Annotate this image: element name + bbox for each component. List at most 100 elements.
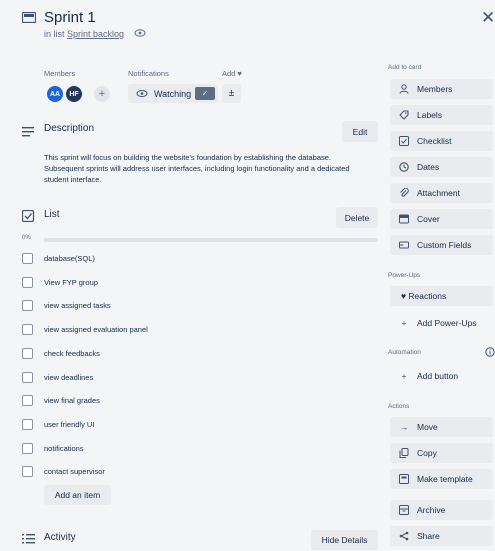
sidebar-copy-button[interactable]: Copy <box>390 443 493 463</box>
arrow-right-icon: → <box>399 422 409 432</box>
in-list-prefix: in list <box>44 29 65 39</box>
members-label: Members <box>44 69 76 78</box>
description-heading: Description <box>44 123 95 134</box>
sidebar-button-label: Labels <box>417 110 443 120</box>
info-icon[interactable] <box>485 347 495 357</box>
description-icon <box>22 127 34 137</box>
checklist-item-label[interactable]: view assigned evaluation panel <box>44 325 148 334</box>
sidebar-button-label: Add Power-Ups <box>417 318 477 328</box>
checklist-item[interactable]: view deadlines <box>22 370 93 384</box>
plus-icon: + <box>401 371 407 381</box>
checkbox[interactable] <box>22 323 33 335</box>
add-member-button[interactable]: + <box>94 86 110 102</box>
actions-heading: Actions <box>388 403 410 410</box>
clock-icon <box>397 162 411 172</box>
automation-heading: Automation <box>388 349 421 356</box>
sidebar-button-label: Custom Fields <box>417 240 472 250</box>
list-link[interactable]: Sprint backlog <box>67 29 124 39</box>
plus-icon: + <box>401 318 407 328</box>
checklist-item[interactable]: notifications <box>22 441 84 455</box>
sidebar-archive-button[interactable]: Archive <box>390 500 493 520</box>
add-button[interactable]: ± <box>222 84 241 103</box>
eye-icon <box>134 29 146 37</box>
checklist-item[interactable]: contact supervisor <box>22 464 105 478</box>
eye-icon <box>136 90 148 97</box>
tag-icon <box>397 110 411 120</box>
sidebar-button-label: Make template <box>417 474 473 484</box>
add-button-action[interactable]: + Add button <box>390 366 493 386</box>
custom-fields-icon <box>397 240 411 250</box>
hide-details-button[interactable]: Hide Details <box>311 530 378 550</box>
checklist-item[interactable]: View FYP group <box>22 275 98 289</box>
notifications-label: Notifications <box>128 69 169 78</box>
sidebar-button-label: Attachment <box>417 188 460 198</box>
sidebar-share-button[interactable]: Share <box>390 526 493 546</box>
progress-bar <box>44 238 378 242</box>
edit-button[interactable]: Edit <box>342 121 378 142</box>
activity-icon <box>22 534 35 544</box>
sidebar-reactions-button[interactable]: ♥ Reactions <box>390 286 493 306</box>
close-icon[interactable]: ✕ <box>481 8 495 28</box>
sidebar-make-template-button[interactable]: Make template <box>390 469 493 489</box>
checkbox[interactable] <box>22 465 33 477</box>
checkbox[interactable] <box>22 418 33 430</box>
avatar[interactable]: HF <box>66 86 82 102</box>
power-ups-heading: Power-Ups <box>388 272 421 279</box>
checklist-icon <box>397 136 411 146</box>
add-power-ups-button[interactable]: + Add Power-Ups <box>390 313 493 333</box>
checklist-item-label[interactable]: View FYP group <box>44 278 98 287</box>
sidebar-dates-button[interactable]: Dates <box>390 157 493 177</box>
share-icon <box>397 531 411 541</box>
sidebar-members-button[interactable]: Members <box>390 79 493 99</box>
checklist-item[interactable]: user friendly UI <box>22 417 94 431</box>
checklist-item-label[interactable]: database(SQL) <box>44 254 95 263</box>
sidebar-button-label: Dates <box>417 162 440 172</box>
delete-checklist-button[interactable]: Delete <box>336 207 378 228</box>
checklist-icon <box>22 210 35 222</box>
card-title[interactable]: Sprint 1 <box>44 9 96 26</box>
sidebar-button-label: Share <box>417 531 440 541</box>
checklist-item[interactable]: view assigned evaluation panel <box>22 322 148 336</box>
checkbox[interactable] <box>22 299 33 311</box>
checklist-heading: List <box>44 209 60 220</box>
template-icon <box>397 474 411 484</box>
checkbox[interactable] <box>22 371 33 383</box>
card-icon <box>22 12 36 23</box>
sidebar-attachment-button[interactable]: Attachment <box>390 183 493 203</box>
progress-percent: 0% <box>22 235 31 241</box>
avatar[interactable]: AA <box>47 86 63 102</box>
checkbox[interactable] <box>22 276 33 288</box>
checkbox[interactable] <box>22 347 33 359</box>
add-label: Add ♥ <box>222 69 242 78</box>
archive-icon <box>397 505 411 515</box>
sidebar-button-label: Move <box>417 422 438 432</box>
checklist-item-label[interactable]: contact supervisor <box>44 467 105 476</box>
add-item-button[interactable]: Add an item <box>44 485 111 505</box>
checklist-item-label[interactable]: view deadlines <box>44 373 93 382</box>
checkbox[interactable] <box>22 442 33 454</box>
add-to-card-heading: Add to card <box>388 64 422 71</box>
sidebar-cover-button[interactable]: Cover <box>390 209 493 229</box>
checklist-item[interactable]: database(SQL) <box>22 251 95 265</box>
checkbox[interactable] <box>22 394 33 406</box>
sidebar-checklist-button[interactable]: Checklist <box>390 131 493 151</box>
sidebar-custom-fields-button[interactable]: Custom Fields <box>390 235 493 255</box>
checklist-item-label[interactable]: view assigned tasks <box>44 301 111 310</box>
list-breadcrumb: in list Sprint backlog <box>44 29 124 39</box>
sidebar-button-label: Checklist <box>417 136 452 146</box>
sidebar-move-button[interactable]: → Move <box>390 417 493 437</box>
checklist-item-label[interactable]: check feedbacks <box>44 349 100 358</box>
sidebar-labels-button[interactable]: Labels <box>390 105 493 125</box>
cover-icon <box>397 214 411 224</box>
checklist-item[interactable]: view final grades <box>22 393 100 407</box>
checklist-item-label[interactable]: notifications <box>44 444 84 453</box>
checklist-item-label[interactable]: user friendly UI <box>44 420 94 429</box>
checklist-item-label[interactable]: view final grades <box>44 396 100 405</box>
copy-icon <box>397 448 411 458</box>
checkmark-icon: ✓ <box>195 87 215 100</box>
checkbox[interactable] <box>22 252 33 264</box>
checklist-item[interactable]: check feedbacks <box>22 346 100 360</box>
paperclip-icon <box>397 188 411 198</box>
activity-heading: Activity <box>44 532 76 543</box>
checklist-item[interactable]: view assigned tasks <box>22 298 111 312</box>
